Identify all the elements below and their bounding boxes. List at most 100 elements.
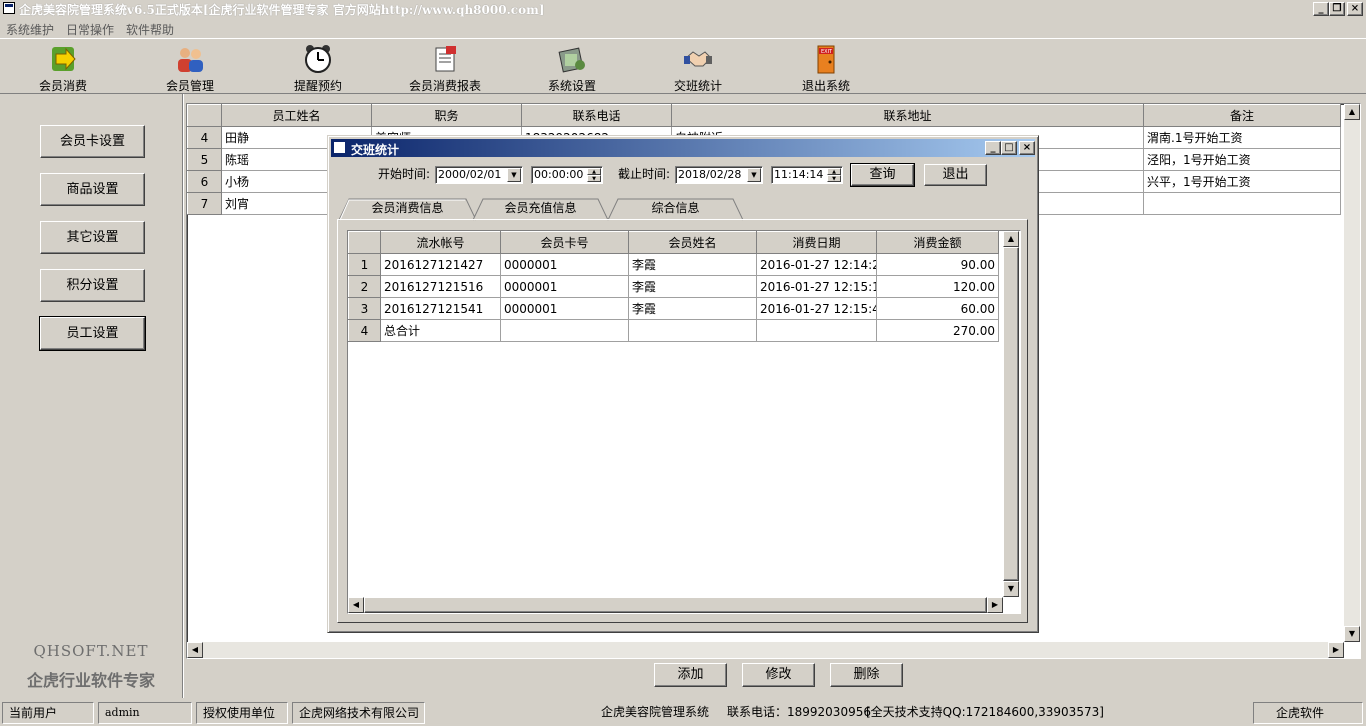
- grid-horizontal-scrollbar[interactable]: ◀ ▶: [348, 597, 1003, 613]
- col-header[interactable]: 流水帐号: [380, 231, 501, 254]
- cell-serial[interactable]: 总合计: [380, 319, 501, 342]
- panel-divider: [182, 94, 184, 698]
- cell-member-name[interactable]: [628, 319, 757, 342]
- query-button[interactable]: 查询: [850, 163, 915, 187]
- dialog-close-button[interactable]: ×: [1019, 141, 1035, 155]
- dialog-title: 交班统计: [351, 143, 400, 157]
- tab-consume-info[interactable]: 会员消费信息: [339, 198, 476, 221]
- col-header[interactable]: 联系电话: [521, 104, 672, 127]
- menu-help[interactable]: 软件帮助: [126, 21, 174, 38]
- col-header[interactable]: 会员卡号: [500, 231, 629, 254]
- cell-date[interactable]: 2016-01-27 12:15:41: [756, 297, 877, 320]
- end-time-spinner[interactable]: 11:14:14 ▲ ▼: [771, 166, 843, 184]
- grid-vertical-scrollbar[interactable]: ▲ ▼: [1003, 231, 1019, 597]
- tool-member-consume[interactable]: 会员消费: [13, 41, 113, 93]
- consume-header-row: 流水帐号 会员卡号 会员姓名 消费日期 消费金额: [348, 231, 999, 254]
- exit-button[interactable]: 退出: [924, 164, 987, 186]
- scroll-thumb[interactable]: [364, 597, 987, 613]
- scroll-thumb[interactable]: [1003, 247, 1019, 581]
- scroll-left-button[interactable]: ◀: [348, 597, 364, 613]
- col-header[interactable]: 职务: [371, 104, 522, 127]
- card-settings-button[interactable]: 会员卡设置: [40, 125, 145, 158]
- tool-settings[interactable]: 系统设置: [522, 41, 622, 93]
- points-settings-button[interactable]: 积分设置: [40, 269, 145, 302]
- table-row[interactable]: 3 2016127121541 0000001 李霞 2016-01-27 12…: [348, 297, 999, 320]
- edit-button[interactable]: 修改: [742, 663, 815, 687]
- tool-reminder[interactable]: 提醒预约: [268, 41, 368, 93]
- table-row[interactable]: 1 2016127121427 0000001 李霞 2016-01-27 12…: [348, 253, 999, 276]
- cell-amount[interactable]: 60.00: [876, 297, 999, 320]
- cell-date[interactable]: 2016-01-27 12:14:27: [756, 253, 877, 276]
- menu-daily-ops[interactable]: 日常操作: [66, 21, 114, 38]
- tool-consume-report[interactable]: 会员消费报表: [395, 41, 495, 93]
- cell-card[interactable]: 0000001: [500, 297, 629, 320]
- cell-card[interactable]: 0000001: [500, 253, 629, 276]
- start-date-picker[interactable]: 2000/02/01 ▼: [435, 166, 523, 184]
- cell-amount[interactable]: 120.00: [876, 275, 999, 298]
- scroll-up-button[interactable]: ▲: [1003, 231, 1019, 247]
- restore-button[interactable]: ❐: [1329, 2, 1345, 16]
- scroll-up-button[interactable]: ▲: [1344, 104, 1360, 120]
- scroll-left-button[interactable]: ◀: [187, 642, 203, 658]
- row-number: 4: [348, 319, 381, 342]
- cell-note[interactable]: 渭南.1号开始工资: [1143, 126, 1341, 149]
- cell-card[interactable]: [500, 319, 629, 342]
- cell-member-name[interactable]: 李霞: [628, 275, 757, 298]
- product-settings-button[interactable]: 商品设置: [40, 173, 145, 206]
- other-settings-button[interactable]: 其它设置: [40, 221, 145, 254]
- cell-date[interactable]: 2016-01-27 12:15:16: [756, 275, 877, 298]
- scroll-right-button[interactable]: ▶: [1328, 642, 1344, 658]
- cell-card[interactable]: 0000001: [500, 275, 629, 298]
- spinner-icon[interactable]: ▲ ▼: [827, 168, 841, 182]
- start-time-spinner[interactable]: 00:00:00 ▲ ▼: [531, 166, 603, 184]
- col-header[interactable]: 消费金额: [876, 231, 999, 254]
- tab-recharge-info[interactable]: 会员充值信息: [473, 198, 608, 221]
- dialog-titlebar: 交班统计 _ □ ×: [331, 139, 1035, 157]
- horizontal-scrollbar[interactable]: ◀ ▶: [187, 642, 1344, 658]
- cell-serial[interactable]: 2016127121516: [380, 275, 501, 298]
- col-header[interactable]: 消费日期: [756, 231, 877, 254]
- cell-member-name[interactable]: 李霞: [628, 297, 757, 320]
- col-header[interactable]: 备注: [1143, 104, 1341, 127]
- cell-note[interactable]: 泾阳，1号开始工资: [1143, 148, 1341, 171]
- cell-amount[interactable]: 270.00: [876, 319, 999, 342]
- status-phone: 联系电话：18992030956: [727, 705, 871, 719]
- tab-summary-info[interactable]: 综合信息: [608, 198, 743, 221]
- total-row[interactable]: 4 总合计 270.00: [348, 319, 999, 342]
- vertical-scrollbar[interactable]: ▲ ▼: [1344, 104, 1360, 642]
- minimize-button[interactable]: _: [1313, 2, 1329, 16]
- consume-grid[interactable]: 流水帐号 会员卡号 会员姓名 消费日期 消费金额 1 2016127121427…: [347, 230, 1021, 614]
- menu-bar: 系统维护 日常操作 软件帮助: [0, 18, 1366, 38]
- scroll-right-button[interactable]: ▶: [987, 597, 1003, 613]
- cell-date[interactable]: [756, 319, 877, 342]
- spinner-icon[interactable]: ▲ ▼: [587, 168, 601, 182]
- dialog-minimize-button[interactable]: _: [985, 141, 1001, 155]
- chevron-down-icon[interactable]: ▼: [507, 168, 521, 182]
- cell-member-name[interactable]: 李霞: [628, 253, 757, 276]
- left-panel: 会员卡设置 商品设置 其它设置 积分设置 员工设置: [0, 94, 182, 698]
- col-header[interactable]: 员工姓名: [221, 104, 372, 127]
- scroll-down-button[interactable]: ▼: [1344, 626, 1360, 642]
- staff-settings-button[interactable]: 员工设置: [39, 316, 146, 351]
- cell-note[interactable]: [1143, 192, 1341, 215]
- scroll-down-button[interactable]: ▼: [1003, 581, 1019, 597]
- table-row[interactable]: 2 2016127121516 0000001 李霞 2016-01-27 12…: [348, 275, 999, 298]
- menu-system-maintenance[interactable]: 系统维护: [6, 21, 54, 38]
- col-header[interactable]: 会员姓名: [628, 231, 757, 254]
- close-button[interactable]: ×: [1347, 2, 1363, 16]
- cell-amount[interactable]: 90.00: [876, 253, 999, 276]
- chevron-down-icon[interactable]: ▼: [747, 168, 761, 182]
- cell-note[interactable]: 兴平，1号开始工资: [1143, 170, 1341, 193]
- staff-header-row: 员工姓名 职务 联系电话 联系地址 备注: [187, 104, 1341, 127]
- col-header[interactable]: 联系地址: [671, 104, 1144, 127]
- delete-button[interactable]: 删除: [830, 663, 903, 687]
- corner-cell: [187, 104, 222, 127]
- tool-member-manage[interactable]: 会员管理: [140, 41, 240, 93]
- tool-shift-stats[interactable]: 交班统计: [648, 41, 748, 93]
- add-button[interactable]: 添加: [654, 663, 727, 687]
- cell-serial[interactable]: 2016127121541: [380, 297, 501, 320]
- dialog-maximize-button[interactable]: □: [1001, 141, 1017, 155]
- tool-exit[interactable]: EXIT 退出系统: [776, 41, 876, 93]
- end-date-picker[interactable]: 2018/02/28 ▼: [675, 166, 763, 184]
- cell-serial[interactable]: 2016127121427: [380, 253, 501, 276]
